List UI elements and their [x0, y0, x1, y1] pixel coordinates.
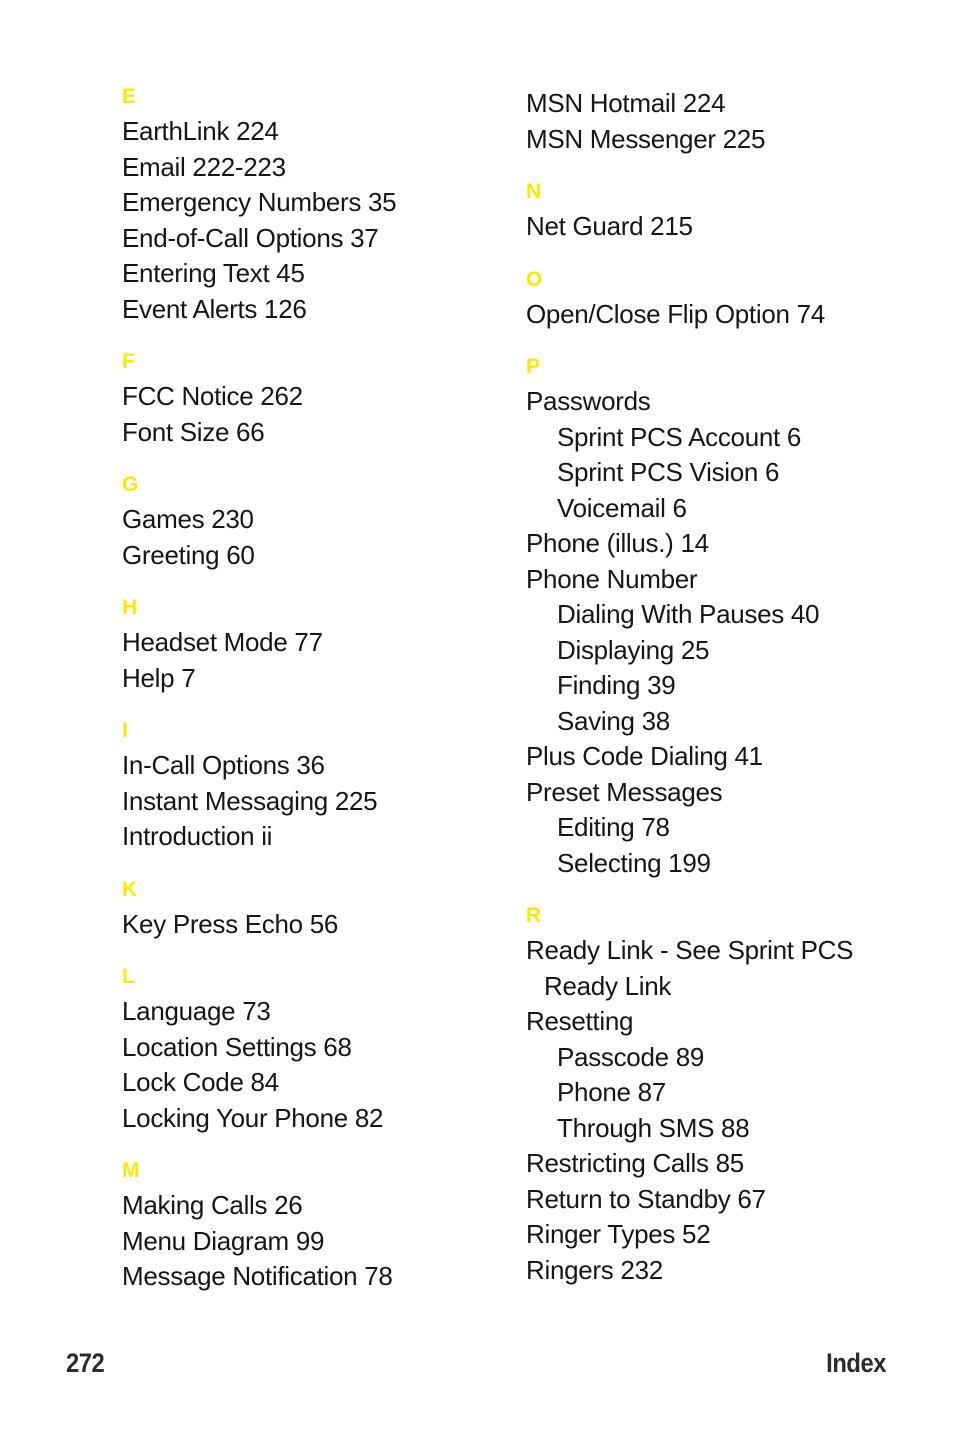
index-column-left: E EarthLink 224 Email 222-223 Emergency Num…	[122, 86, 502, 1295]
index-entry-list: Net Guard 215	[526, 209, 926, 245]
index-entry-list: Headset Mode 77 Help 7	[122, 625, 502, 696]
index-entry: Phone (illus.) 14	[526, 528, 709, 558]
index-section-p: P Passwords Sprint PCS Account 6 Sprint PCS…	[526, 356, 926, 881]
index-section-o: O Open/Close Flip Option 74	[526, 269, 926, 333]
section-letter-g: G	[122, 473, 139, 496]
section-letter-f: F	[122, 350, 136, 373]
index-subentry: Phone 87	[557, 1077, 666, 1107]
index-section-e: E EarthLink 224 Email 222-223 Emergency Num…	[122, 86, 502, 327]
index-subentry: Selecting 199	[557, 847, 711, 878]
index-entry: MSN Messenger 225	[526, 123, 766, 154]
index-subentry: Ready Link	[544, 970, 672, 1001]
index-entry: Phone Number	[526, 563, 698, 594]
index-subentry: Voicemail 6	[557, 492, 687, 523]
index-entry: In-Call Options 36	[122, 750, 325, 780]
index-section-f: F FCC Notice 262 Font Size 66	[122, 351, 502, 450]
index-entry: Games 230	[122, 504, 254, 534]
section-letter-p: P	[526, 355, 541, 378]
index-entry: Net Guard 215	[526, 211, 693, 241]
index-entry: Ready Link - See Sprint PCS	[526, 935, 854, 965]
index-entry: Greeting 60	[122, 539, 255, 570]
index-entry: MSN Hotmail 224	[526, 88, 726, 118]
section-letter-h: H	[122, 596, 138, 619]
index-entry: Plus Code Dialing 41	[526, 741, 763, 771]
page-number: 272	[66, 1348, 105, 1378]
index-subentry: Saving 38	[557, 705, 670, 736]
index-entry: FCC Notice 262	[122, 381, 303, 411]
index-section-g: G Games 230 Greeting 60	[122, 474, 502, 573]
index-entry: Making Calls 26	[122, 1190, 303, 1220]
index-column-right: MSN Hotmail 224 MSN Messenger 225 N Net Gua…	[526, 86, 926, 1288]
index-entry: EarthLink 224	[122, 116, 279, 146]
section-letter-l: L	[122, 965, 136, 988]
index-section-h: H Headset Mode 77 Help 7	[122, 597, 502, 696]
index-entry: Return to Standby 67	[526, 1183, 766, 1214]
index-subentry: Sprint PCS Account 6	[557, 421, 802, 452]
index-entry: Ringers 232	[526, 1254, 663, 1285]
index-entry: Restricting Calls 85	[526, 1148, 744, 1178]
index-subentry: Through SMS 88	[557, 1112, 750, 1143]
index-entry-list: In-Call Options 36 Instant Messaging 225 I…	[122, 748, 502, 855]
index-entry: Emergency Numbers 35	[122, 187, 397, 217]
page-footer: 272 Index	[0, 1348, 954, 1394]
index-section-r: R Ready Link - See Sprint PCS Ready Link Re…	[526, 905, 926, 1288]
section-letter-i: I	[122, 719, 129, 742]
index-entry-list: Language 73 Location Settings 68 Lock Code…	[122, 994, 502, 1136]
index-entry: Menu Diagram 99	[122, 1225, 325, 1256]
index-entry: Lock Code 84	[122, 1067, 279, 1097]
index-entry: Entering Text 45	[122, 258, 305, 288]
index-entry: Font Size 66	[122, 416, 265, 447]
index-section-i: I In-Call Options 36 Instant Messaging 225…	[122, 720, 502, 855]
index-subentry: Passcode 89	[557, 1041, 705, 1072]
section-letter-m: M	[122, 1159, 140, 1182]
index-entry-list: Games 230 Greeting 60	[122, 502, 502, 573]
index-page: E EarthLink 224 Email 222-223 Emergency Num…	[0, 0, 954, 1431]
index-section-m: M Making Calls 26 Menu Diagram 99 Message N…	[122, 1160, 502, 1295]
index-entry-list: Making Calls 26 Menu Diagram 99 Message No…	[122, 1188, 502, 1295]
index-section-n: N Net Guard 215	[526, 181, 926, 245]
index-entry: Locking Your Phone 82	[122, 1102, 384, 1133]
section-letter-r: R	[526, 904, 542, 927]
index-entry: Email 222-223	[122, 151, 286, 182]
index-subentry: Finding 39	[557, 670, 676, 700]
index-subentry: Sprint PCS Vision 6	[557, 457, 780, 487]
index-entry: Message Notification 78	[122, 1261, 393, 1291]
index-entry: Headset Mode 77	[122, 627, 323, 657]
index-entry: Language 73	[122, 996, 271, 1026]
index-subentry: Displaying 25	[557, 634, 710, 665]
index-entry: Key Press Echo 56	[122, 908, 339, 939]
index-entry-list: FCC Notice 262 Font Size 66	[122, 379, 502, 450]
index-entry: Location Settings 68	[122, 1031, 352, 1062]
section-letter-k: K	[122, 877, 138, 901]
index-entry: Help 7	[122, 662, 196, 693]
index-entry: End-of-Call Options 37	[122, 222, 379, 253]
index-entry: Ringer Types 52	[526, 1219, 711, 1249]
index-subentry: Dialing With Pauses 40	[557, 599, 820, 629]
index-entry-list: Open/Close Flip Option 74	[526, 297, 926, 333]
index-entry-list: EarthLink 224 Email 222-223 Emergency Numb…	[122, 114, 502, 327]
index-section-l: L Language 73 Location Settings 68 Lock Cod…	[122, 966, 502, 1136]
index-entry: Resetting	[526, 1006, 634, 1036]
index-entry: Preset Messages	[526, 776, 723, 807]
index-entry: Passwords	[526, 386, 651, 416]
running-head-label: Index	[826, 1348, 886, 1378]
index-section-k: K Key Press Echo 56	[122, 879, 502, 943]
section-letter-n: N	[526, 180, 542, 203]
index-entry: Open/Close Flip Option 74	[526, 298, 825, 329]
index-entry: Instant Messaging 225	[122, 785, 378, 816]
index-entry: Event Alerts 126	[122, 293, 307, 324]
index-section-continued: MSN Hotmail 224 MSN Messenger 225	[526, 86, 926, 157]
index-entry-list: Passwords Sprint PCS Account 6 Sprint PCS …	[526, 384, 926, 881]
index-subentry: Editing 78	[557, 812, 670, 842]
index-entry: Introduction ii	[122, 821, 273, 851]
section-letter-e: E	[122, 85, 137, 108]
index-entry-list: Ready Link - See Sprint PCS Ready Link Res…	[526, 933, 926, 1288]
index-entry-list: MSN Hotmail 224 MSN Messenger 225	[526, 86, 926, 157]
index-entry-list: Key Press Echo 56	[122, 907, 502, 943]
section-letter-o: O	[526, 267, 543, 291]
